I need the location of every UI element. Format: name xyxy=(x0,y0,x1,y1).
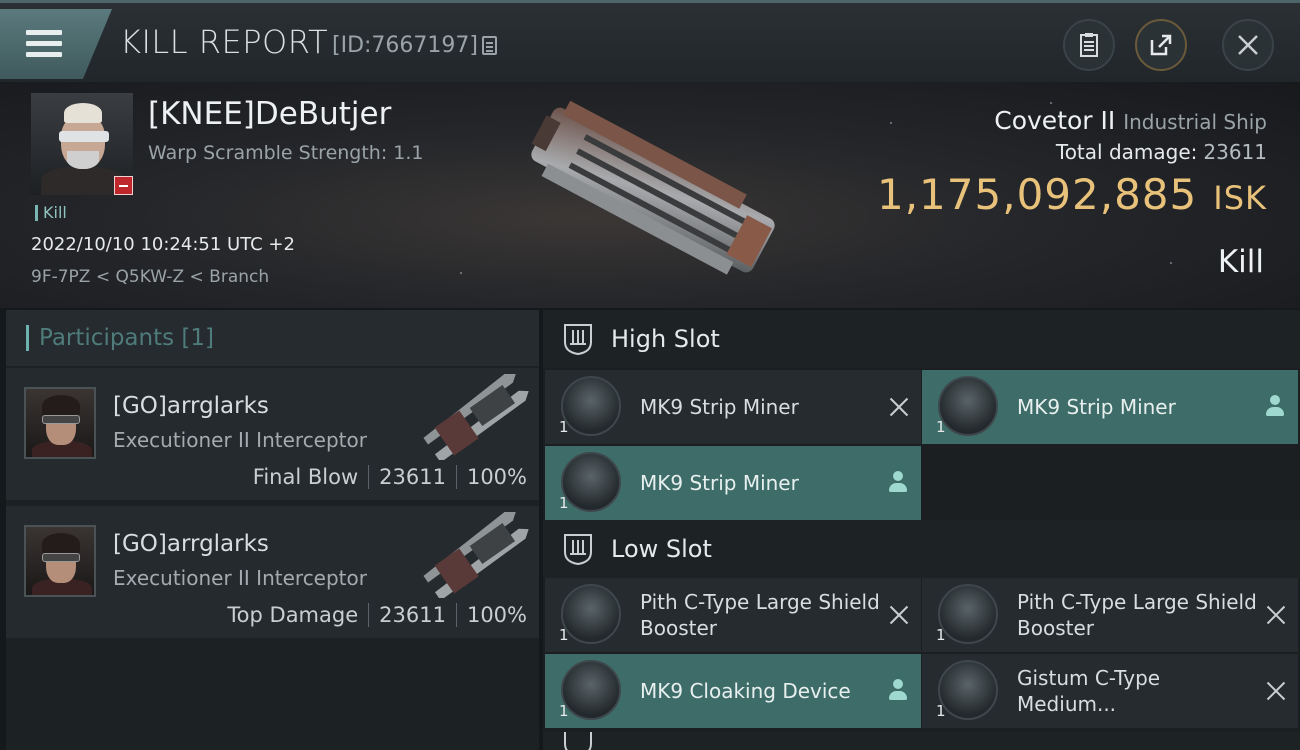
strip-miner-icon xyxy=(938,376,998,436)
copy-icon[interactable] xyxy=(482,36,497,55)
destroyed-icon xyxy=(1266,681,1286,701)
participants-title: Participants [1] xyxy=(39,325,214,351)
module-item[interactable]: 1 MK9 Strip Miner xyxy=(545,446,921,520)
dropped-icon xyxy=(889,471,907,493)
victim-portrait[interactable] xyxy=(31,93,133,195)
module-qty: 1 xyxy=(559,702,569,720)
module-item[interactable]: 1 MK9 Strip Miner xyxy=(922,370,1298,444)
module-qty: 1 xyxy=(936,626,946,644)
clipboard-icon xyxy=(1080,33,1098,57)
participant-ship-image xyxy=(423,374,529,460)
dropped-icon xyxy=(1266,395,1284,417)
close-button[interactable] xyxy=(1222,19,1274,71)
low-slot-icon xyxy=(564,534,592,566)
shield-booster-icon xyxy=(938,584,998,644)
strip-miner-icon xyxy=(561,376,621,436)
module-qty: 1 xyxy=(559,626,569,644)
kill-location[interactable]: 9F-7PZ < Q5KW-Z < Branch xyxy=(31,267,269,287)
mid-slot-icon xyxy=(564,732,592,750)
kill-tag: Kill xyxy=(35,205,67,221)
participants-header: Participants [1] xyxy=(6,310,539,366)
participant-role: Top Damage xyxy=(227,603,359,627)
high-slot-icon xyxy=(564,324,592,356)
high-slot-header: High Slot xyxy=(543,310,1300,368)
shield-booster-icon xyxy=(561,584,621,644)
destroyed-icon xyxy=(1266,605,1286,625)
module-item[interactable]: 1 MK9 Strip Miner xyxy=(545,370,921,444)
result-label: Kill xyxy=(1217,244,1264,280)
isk-unit: ISK xyxy=(1213,179,1267,217)
share-icon xyxy=(1150,34,1172,56)
menu-button[interactable] xyxy=(0,9,112,79)
participant-name: [GO]arrglarks xyxy=(113,531,269,557)
module-item[interactable]: 1 MK9 Cloaking Device xyxy=(545,654,921,728)
module-name: Gistum C-Type Medium... xyxy=(1017,666,1161,716)
victim-name[interactable]: [KNEE]DeButjer xyxy=(148,96,391,132)
participant-stats: Top Damage 23611 100% xyxy=(227,603,527,627)
module-item[interactable]: 1 Pith C-Type Large Shield Booster xyxy=(545,578,921,652)
destroyed-icon xyxy=(889,605,909,625)
isk-value: 1,175,092,885 ISK xyxy=(877,170,1267,219)
participant-ship: Executioner II Interceptor xyxy=(113,428,367,452)
module-name: MK9 Strip Miner xyxy=(640,471,799,495)
total-damage-value: 23611 xyxy=(1203,140,1267,164)
participant-card[interactable]: [GO]arrglarks Executioner II Interceptor… xyxy=(6,368,539,500)
ship-name[interactable]: Covetor II Industrial Ship xyxy=(994,106,1267,135)
close-icon xyxy=(1238,35,1258,55)
participant-role: Final Blow xyxy=(252,465,359,489)
module-qty: 1 xyxy=(936,702,946,720)
capacitor-icon xyxy=(938,660,998,720)
strip-miner-icon xyxy=(561,452,621,512)
module-name: MK9 Strip Miner xyxy=(640,395,799,419)
cloaking-device-icon xyxy=(561,660,621,720)
module-item[interactable]: 1 Pith C-Type Large Shield Booster xyxy=(922,578,1298,652)
participant-ship-image xyxy=(423,512,529,598)
participant-avatar xyxy=(24,387,96,459)
dropped-icon xyxy=(889,679,907,701)
warp-scramble-strength: Warp Scramble Strength: 1.1 xyxy=(148,142,424,164)
participant-percent: 100% xyxy=(466,603,527,627)
low-slot-header: Low Slot xyxy=(543,520,1300,578)
ship-type: Covetor II xyxy=(994,106,1116,135)
top-bar: KILL REPORT [ID:7667197] xyxy=(0,0,1300,82)
page-title: KILL REPORT xyxy=(120,23,329,61)
module-qty: 1 xyxy=(559,494,569,512)
total-damage-label: Total damage: xyxy=(1055,140,1198,164)
total-damage: Total damage: 23611 xyxy=(1056,140,1267,164)
standing-icon xyxy=(114,176,133,195)
kill-datetime: 2022/10/10 10:24:51 UTC +2 xyxy=(31,234,295,255)
destroyed-icon xyxy=(889,397,909,417)
kill-summary: [KNEE]DeButjer Warp Scramble Strength: 1… xyxy=(0,82,1300,308)
participants-panel: Participants [1] [GO]arrglarks Execution… xyxy=(6,310,539,750)
participant-ship: Executioner II Interceptor xyxy=(113,566,367,590)
participant-card[interactable]: [GO]arrglarks Executioner II Interceptor… xyxy=(6,506,539,638)
module-item[interactable]: 1 Gistum C-Type Medium... xyxy=(922,654,1298,728)
ship-image[interactable] xyxy=(508,90,798,290)
module-name: MK9 Cloaking Device xyxy=(640,679,851,703)
report-id: [ID:7667197] xyxy=(332,33,478,58)
high-slot-title: High Slot xyxy=(611,325,720,353)
mid-slot-header xyxy=(543,732,1300,750)
module-name: Pith C-Type Large Shield Booster xyxy=(1017,590,1257,640)
participant-damage: 23611 xyxy=(379,603,446,627)
participant-stats: Final Blow 23611 100% xyxy=(253,465,527,489)
fitting-panel: High Slot 1 MK9 Strip Miner 1 MK9 Strip … xyxy=(543,310,1300,750)
clipboard-button[interactable] xyxy=(1063,19,1115,71)
participant-avatar xyxy=(24,525,96,597)
low-slot-title: Low Slot xyxy=(611,535,712,563)
module-qty: 1 xyxy=(559,418,569,436)
participant-damage: 23611 xyxy=(379,465,446,489)
module-name: MK9 Strip Miner xyxy=(1017,395,1176,419)
module-name: Pith C-Type Large Shield Booster xyxy=(640,590,880,640)
ship-class: Industrial Ship xyxy=(1123,110,1267,134)
isk-amount: 1,175,092,885 xyxy=(876,170,1198,219)
participant-name: [GO]arrglarks xyxy=(113,393,269,419)
module-qty: 1 xyxy=(936,418,946,436)
participant-percent: 100% xyxy=(466,465,527,489)
share-button[interactable] xyxy=(1135,19,1187,71)
menu-icon xyxy=(26,30,62,58)
